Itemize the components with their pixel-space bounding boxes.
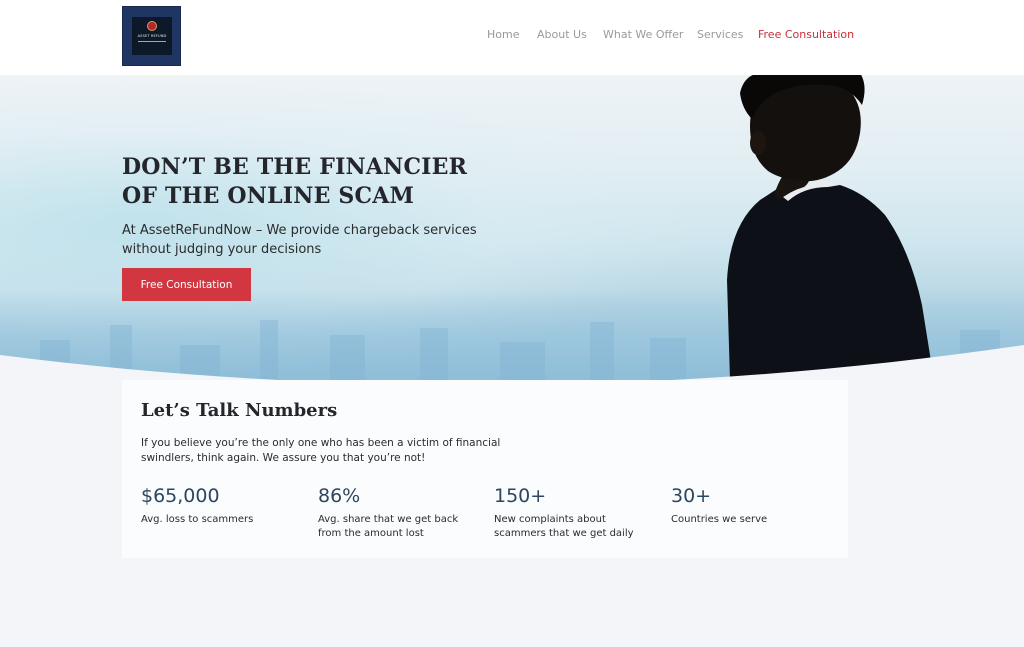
stat-value: 150+ bbox=[494, 485, 547, 507]
numbers-description: If you believe you’re the only one who h… bbox=[141, 437, 501, 464]
stat-value: 30+ bbox=[671, 485, 712, 507]
numbers-heading: Let’s Talk Numbers bbox=[141, 400, 338, 421]
stat-item: 86% Avg. share that we get back from the… bbox=[318, 484, 483, 541]
site-header: ASSET REFUND Home About Us What We Offer… bbox=[0, 0, 1024, 75]
nav-what-we-offer[interactable]: What We Offer bbox=[603, 28, 683, 41]
nav-services[interactable]: Services bbox=[697, 28, 743, 41]
nav-free-consultation[interactable]: Free Consultation bbox=[758, 28, 854, 41]
free-consultation-button[interactable]: Free Consultation bbox=[122, 268, 251, 301]
hero-title: DON’T BE THE FINANCIER OF THE ONLINE SCA… bbox=[122, 154, 468, 209]
stat-value: 86% bbox=[318, 485, 361, 507]
stat-label: Avg. share that we get back from the amo… bbox=[318, 514, 459, 539]
hero-person-image bbox=[727, 75, 934, 380]
stat-item: $65,000 Avg. loss to scammers bbox=[141, 484, 306, 527]
stat-value: $65,000 bbox=[141, 485, 220, 507]
hero-subtitle: At AssetReFundNow – We provide chargebac… bbox=[122, 223, 477, 257]
stat-label: New complaints about scammers that we ge… bbox=[494, 514, 634, 539]
nav-about-us[interactable]: About Us bbox=[537, 28, 587, 41]
stat-item: 150+ New complaints about scammers that … bbox=[494, 484, 659, 541]
stat-label: Avg. loss to scammers bbox=[141, 514, 254, 525]
stat-label: Countries we serve bbox=[671, 514, 768, 525]
main-nav: Home About Us What We Offer Services Fre… bbox=[0, 28, 1024, 44]
stat-item: 30+ Countries we serve bbox=[671, 484, 836, 527]
nav-home[interactable]: Home bbox=[487, 28, 519, 41]
numbers-card: Let’s Talk Numbers If you believe you’re… bbox=[122, 380, 848, 558]
